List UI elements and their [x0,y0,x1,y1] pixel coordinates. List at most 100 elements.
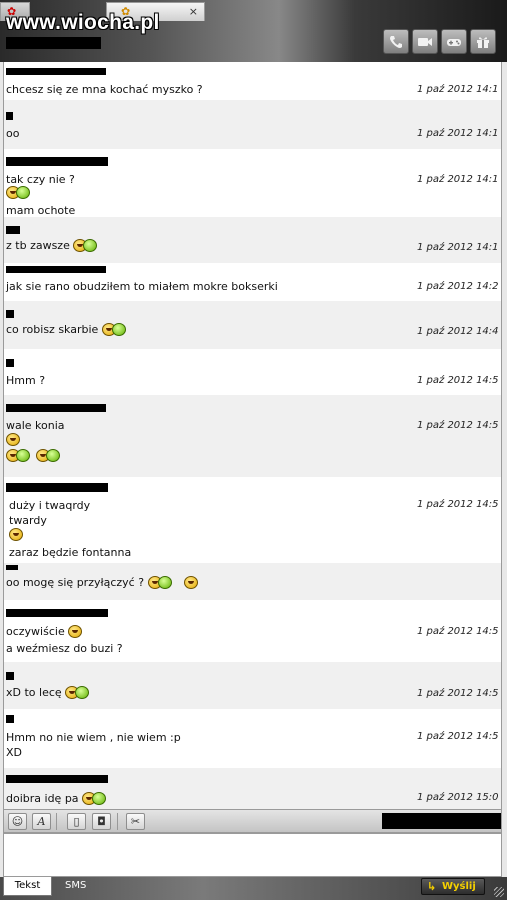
redacted-sender [6,112,13,120]
compose-toolbar: ☺ A ▯ ◘ ✂ [3,809,502,833]
redacted-contact-name [6,37,101,49]
message-text-line: mam ochote [6,204,76,217]
footer-bar: Tekst SMS ↳ Wyślij [0,877,507,900]
laughing-emoticon-icon [82,792,108,806]
close-tab-button[interactable]: × [189,5,198,18]
message-text: tak czy nie ? [6,173,75,186]
message-timestamp: 1 paź 2012 14:1 [417,128,499,139]
message-timestamp: 1 paź 2012 14:5 [417,626,499,637]
message-item: oczywiście 1 paź 2012 14:5 a weźmiesz do… [4,600,501,662]
message-item: co robisz skarbie 1 paź 2012 14:4 [4,301,501,349]
message-item: Hmm no nie wiem , nie wiem :p 1 paź 2012… [4,709,501,768]
file-button[interactable]: ▯ [67,813,86,830]
smiley-emoticon-icon [184,576,199,590]
message-text: oczywiście [6,625,65,638]
message-text: co robisz skarbie [6,323,99,336]
games-button[interactable] [441,29,467,54]
message-text: wale konia [6,419,65,432]
message-text-line: zaraz będzie fontanna [9,546,132,559]
redacted-sender [6,404,106,412]
send-button[interactable]: ↳ Wyślij [421,878,485,895]
message-timestamp: 1 paź 2012 14:4 [417,326,499,337]
message-item: duży i twaqrdy 1 paź 2012 14:5 twardy za… [4,477,501,563]
redacted-sender [6,157,108,166]
message-item: xD to lecę 1 paź 2012 14:5 [4,662,501,709]
message-timestamp: 1 paź 2012 14:5 [417,375,499,386]
redacted-sender [6,565,18,570]
message-item: jak sie rano obudziłem to miałem mokre b… [4,263,501,301]
message-text: jak sie rano obudziłem to miałem mokre b… [6,280,278,293]
laughing-emoticon-icon [6,186,32,200]
message-text: xD to lecę [6,686,62,699]
message-text-line: a weźmiesz do buzi ? [6,642,123,655]
message-history[interactable]: chcesz się ze mna kochać myszko ? 1 paź … [3,62,502,809]
message-timestamp: 1 paź 2012 14:5 [417,420,499,431]
laughing-emoticon-icon [6,449,32,463]
video-button[interactable] [412,29,438,54]
laughing-emoticon-icon [101,323,128,337]
smiley-emoticon-icon [6,433,21,447]
message-text: Hmm ? [6,374,46,387]
photo-button[interactable]: ◘ [92,813,111,830]
redacted-sender [6,672,14,680]
message-text-line: XD [6,746,23,759]
laughing-emoticon-icon [35,449,62,463]
settings-button[interactable]: ✂ [126,813,145,830]
message-item: oo 1 paź 2012 14:1 [4,100,501,149]
toolbar-divider [56,813,57,830]
message-timestamp: 1 paź 2012 14:1 [417,242,499,253]
message-timestamp: 1 paź 2012 15:0 [417,792,499,803]
arrow-right-icon: ↳ [427,880,437,893]
message-timestamp: 1 paź 2012 14:2 [417,281,499,292]
message-item: tak czy nie ? 1 paź 2012 14:1 mam ochote [4,149,501,217]
message-timestamp: 1 paź 2012 14:5 [417,731,499,742]
window-header: ✿ ✿ × www.wiocha.pl [0,0,507,62]
gamepad-icon [447,38,461,46]
redacted-status [382,813,501,829]
message-item: wale konia 1 paź 2012 14:5 [4,395,501,477]
send-button-label: Wyślij [442,881,476,892]
smiley-emoticon-icon [68,625,83,639]
redacted-sender [6,226,20,234]
watermark-logo: www.wiocha.pl [6,11,160,34]
message-text: doibra idę pa [6,792,79,805]
redacted-sender [6,310,14,318]
phone-icon [390,35,402,48]
font-button[interactable]: A [32,813,51,830]
message-input-container [3,833,502,877]
redacted-sender [6,266,106,273]
redacted-sender [6,483,108,492]
toolbar-divider [117,813,118,830]
message-item: z tb zawsze 1 paź 2012 14:1 [4,217,501,263]
tab-sms[interactable]: SMS [56,877,95,896]
message-text: z tb zawsze [6,239,70,252]
message-text: Hmm no nie wiem , nie wiem :p [6,731,181,744]
message-item: chcesz się ze mna kochać myszko ? 1 paź … [4,62,501,100]
message-timestamp: 1 paź 2012 14:1 [417,84,499,95]
emoticon-button[interactable]: ☺ [8,813,27,830]
redacted-sender [6,68,106,75]
message-item: oo mogę się przyłączyć ? [4,563,501,600]
message-item: doibra idę pa 1 paź 2012 15:0 [4,768,501,809]
resize-grip[interactable] [494,887,504,897]
redacted-sender [6,609,108,617]
message-text: chcesz się ze mna kochać myszko ? [6,83,203,96]
call-button[interactable] [383,29,409,54]
gift-button[interactable] [470,29,496,54]
header-actions [383,29,496,54]
message-item: Hmm ? 1 paź 2012 14:5 [4,349,501,395]
laughing-emoticon-icon [65,686,91,700]
laughing-emoticon-icon [73,239,99,253]
message-timestamp: 1 paź 2012 14:5 [417,499,499,510]
message-text: duży i twaqrdy [9,499,91,512]
message-text: oo [6,127,20,140]
message-input[interactable] [4,834,501,876]
message-timestamp: 1 paź 2012 14:5 [417,688,499,699]
smiley-emoticon-icon [9,528,24,542]
laughing-emoticon-icon [147,576,174,590]
redacted-sender [6,715,14,723]
redacted-sender [6,775,108,783]
tab-text[interactable]: Tekst [3,877,52,896]
camera-icon [418,37,432,46]
message-text-line: twardy [9,514,47,527]
